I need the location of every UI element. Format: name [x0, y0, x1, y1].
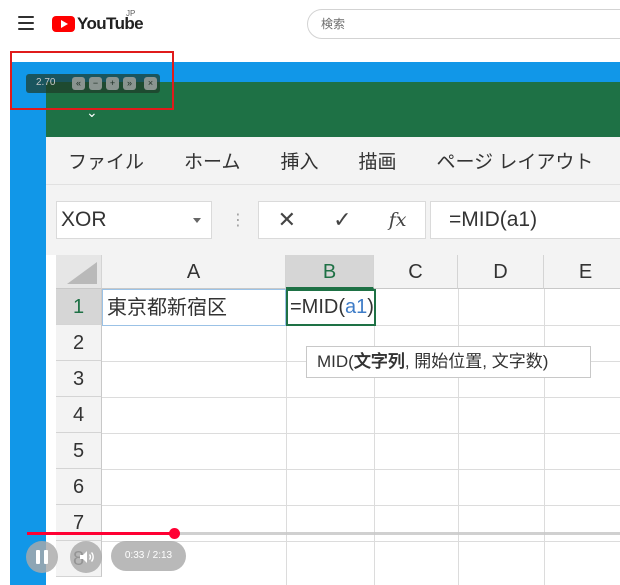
pause-icon-bar [44, 550, 48, 564]
cell-a1: 東京都新宿区 [102, 289, 286, 326]
grid-line [458, 289, 459, 585]
formula-buttons: ✕ ✓ fx [258, 201, 426, 239]
menu-item-home: ホーム [184, 152, 241, 173]
pause-button[interactable] [26, 541, 58, 573]
grid-line [102, 469, 620, 470]
tooltip-rest: , 開始位置, 文字数) [404, 352, 549, 371]
function-tooltip: MID(文字列, 開始位置, 文字数) [306, 346, 591, 378]
tooltip-current-arg: 文字列 [353, 352, 405, 371]
menu-icon[interactable] [18, 16, 34, 30]
youtube-header: YouTube JP 検索 [0, 0, 620, 48]
row-header-6: 6 [56, 469, 102, 505]
menu-item-insert: 挿入 [280, 152, 319, 173]
pause-icon [36, 550, 40, 564]
column-header-a: A [102, 255, 286, 289]
chevron-down-icon [193, 218, 201, 223]
cell-b1-ref: a1 [345, 296, 368, 318]
column-header-c: C [374, 255, 458, 289]
excel-window: ⌄ ファイル ホーム 挿入 描画 ページ レイアウト 数 XOR ⋮ ✕ ✓ [46, 82, 620, 585]
name-box-value: XOR [61, 208, 107, 231]
time-display: 0:33 / 2:13 [111, 541, 186, 571]
row-header-3: 3 [56, 361, 102, 397]
youtube-play-icon [52, 16, 75, 32]
formula-bar: XOR ⋮ ✕ ✓ fx =MID(a1) [46, 185, 620, 255]
ribbon-menu: ファイル ホーム 挿入 描画 ページ レイアウト 数 [46, 137, 620, 185]
page: YouTube JP 検索 ⌄ ファイル ホーム 挿入 描画 ページ レイアウト… [0, 0, 620, 585]
grid-line [374, 289, 375, 585]
select-all-corner [56, 255, 102, 289]
tooltip-prefix: MID( [317, 352, 354, 371]
annotation-highlight-box [10, 51, 174, 110]
grid-line [544, 289, 545, 585]
cell-b1-suffix: ) [367, 296, 374, 318]
row-header-1: 1 [56, 289, 102, 325]
cell-b1-prefix: =MID( [290, 296, 345, 318]
grid-line [286, 289, 287, 585]
volume-icon [80, 551, 94, 563]
grid-line [102, 505, 620, 506]
name-box: XOR [56, 201, 212, 239]
volume-button[interactable] [70, 541, 102, 573]
row-header-5: 5 [56, 433, 102, 469]
grid-line [102, 433, 620, 434]
fx-icon: fx [388, 209, 407, 231]
row-header-4: 4 [56, 397, 102, 433]
cancel-icon: ✕ [277, 207, 296, 232]
grid-line [102, 397, 620, 398]
column-header-b: B [286, 255, 374, 289]
cell-b1-formula: =MID(a1) [290, 289, 374, 326]
row-header-2: 2 [56, 325, 102, 361]
region-label: JP [126, 9, 136, 18]
menu-item-page-layout: ページ レイアウト [436, 152, 594, 173]
menu-item-draw: 描画 [358, 152, 397, 173]
formula-bar-separator-icon: ⋮ [230, 212, 246, 229]
check-icon: ✓ [333, 207, 352, 232]
menu-item-file: ファイル [68, 152, 145, 173]
grid-line [102, 541, 620, 542]
progress-scrubber[interactable] [169, 528, 180, 539]
progress-played [27, 532, 174, 535]
formula-input: =MID(a1) [430, 201, 620, 239]
video-player[interactable]: ⌄ ファイル ホーム 挿入 描画 ページ レイアウト 数 XOR ⋮ ✕ ✓ [10, 62, 620, 585]
search-input[interactable]: 検索 [307, 9, 620, 39]
row-header-7: 7 [56, 505, 102, 541]
column-header-d: D [458, 255, 544, 289]
column-header-e: E [544, 255, 620, 289]
